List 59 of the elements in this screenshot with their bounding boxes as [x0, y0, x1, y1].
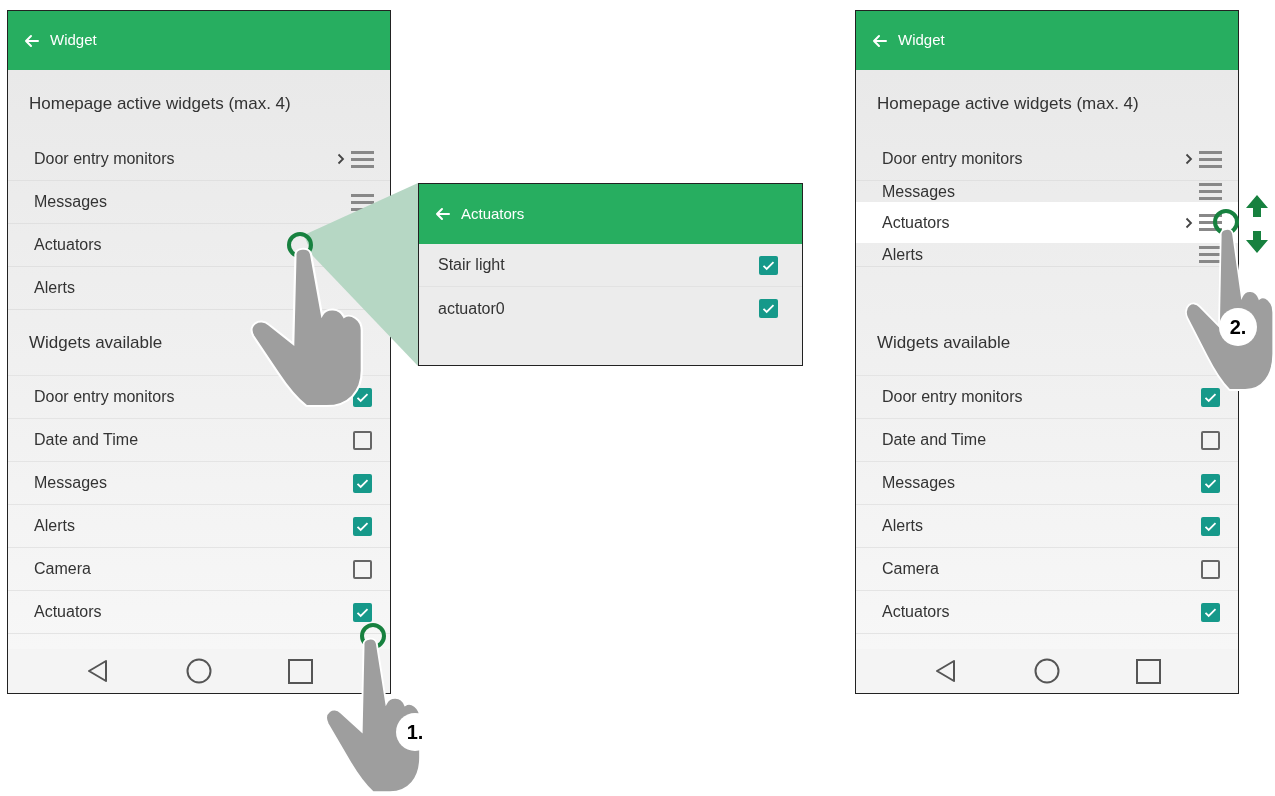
section-heading: Homepage active widgets (max. 4) [29, 93, 291, 116]
item-label: Stair light [438, 255, 506, 275]
widget-label: Messages [34, 192, 107, 212]
drag-handle-icon[interactable] [1199, 183, 1222, 200]
checkbox[interactable] [353, 516, 372, 536]
checkbox[interactable] [1201, 387, 1220, 407]
item-label: actuator0 [438, 298, 506, 319]
drag-handle-icon[interactable] [1199, 150, 1222, 168]
screen-title: Widget [898, 30, 945, 51]
section-heading: Homepage active widgets (max. 4) [877, 93, 1139, 116]
widget-label: Actuators [34, 602, 102, 622]
section-heading: Widgets available [29, 331, 163, 354]
checkbox[interactable] [353, 473, 372, 493]
checkbox[interactable] [353, 559, 372, 579]
pointing-hand-icon [249, 246, 364, 408]
checkbox[interactable] [759, 255, 778, 275]
widget-label: Actuators [882, 602, 950, 622]
widget-label: Door entry monitors [882, 149, 1023, 169]
tap-ring-icon [1212, 208, 1240, 236]
widget-label: Date and Time [34, 430, 139, 450]
widget-label: Alerts [34, 278, 75, 298]
back-triangle-icon[interactable] [85, 659, 110, 683]
checkbox[interactable] [353, 602, 372, 622]
screen-title: Widget [50, 30, 97, 51]
widget-label: Camera [34, 559, 91, 579]
dragged-widget-row[interactable]: Actuators [856, 202, 1238, 243]
back-triangle-icon[interactable] [933, 659, 958, 683]
chevron-right-icon[interactable] [337, 153, 345, 165]
checkbox[interactable] [1201, 516, 1220, 536]
checkbox[interactable] [353, 430, 372, 450]
home-circle-icon[interactable] [185, 658, 212, 684]
widget-label: Date and Time [882, 430, 987, 450]
section-heading: Widgets available [877, 331, 1011, 354]
widget-label: Actuators [34, 235, 102, 255]
widget-label: Camera [882, 559, 939, 579]
square-icon[interactable] [1135, 658, 1161, 684]
widget-label: Messages [34, 473, 107, 493]
screen-title: Actuators [461, 203, 525, 224]
back-arrow-icon[interactable] [433, 205, 451, 223]
chevron-right-icon[interactable] [1185, 216, 1193, 229]
double-arrow-icon [1246, 195, 1268, 253]
chevron-right-icon[interactable] [1185, 153, 1193, 165]
widget-label: Messages [882, 473, 955, 493]
checkbox[interactable] [1201, 473, 1220, 493]
home-circle-icon[interactable] [1033, 658, 1060, 684]
widget-label: Messages [882, 181, 955, 202]
widget-label: Alerts [882, 244, 923, 265]
checkbox[interactable] [759, 299, 778, 318]
drag-handle-icon[interactable] [351, 150, 374, 168]
widget-label: Alerts [34, 516, 75, 536]
checkbox[interactable] [1201, 602, 1220, 622]
widget-label: Door entry monitors [882, 387, 1023, 407]
checkbox[interactable] [1201, 559, 1220, 579]
widget-label: Alerts [882, 516, 923, 536]
widget-label: Door entry monitors [34, 149, 175, 169]
square-icon[interactable] [287, 658, 313, 684]
drag-handle-icon[interactable] [1199, 214, 1222, 231]
widget-label: Door entry monitors [34, 387, 175, 407]
checkbox[interactable] [1201, 430, 1220, 450]
